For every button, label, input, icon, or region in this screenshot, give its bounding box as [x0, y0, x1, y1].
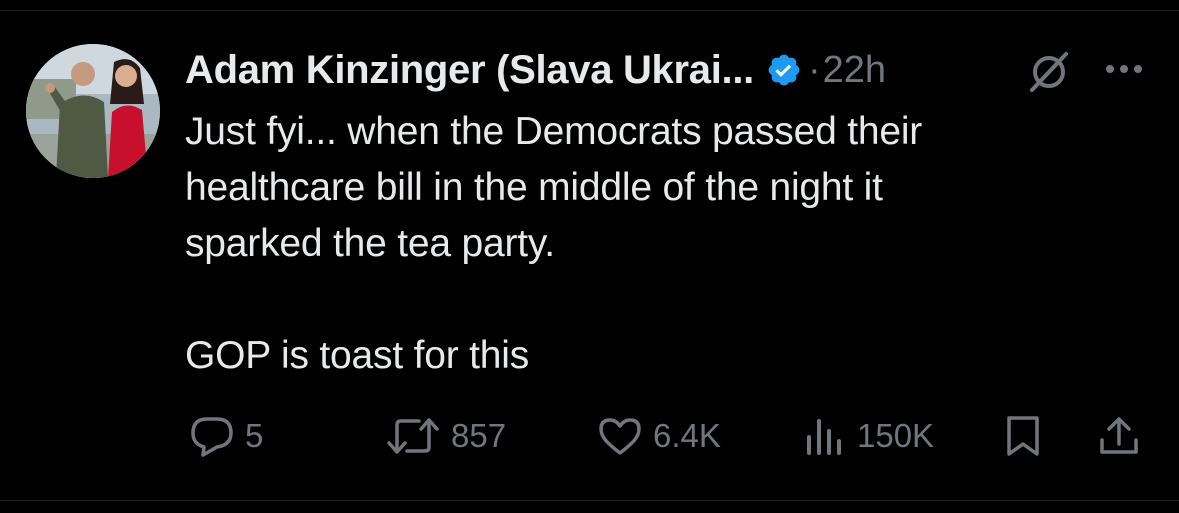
verified-badge-icon[interactable]	[766, 52, 802, 88]
tweet-header: Adam Kinzinger (Slava Ukrai... · 22h	[185, 42, 1160, 98]
display-name[interactable]: Adam Kinzinger (Slava Ukrai...	[185, 48, 754, 93]
views-icon	[807, 419, 841, 455]
timestamp[interactable]: 22h	[823, 49, 886, 92]
reply-button[interactable]: 5	[189, 412, 263, 460]
bookmark-icon	[1007, 416, 1039, 456]
reply-count: 5	[245, 417, 264, 454]
avatar[interactable]	[26, 44, 160, 178]
like-button[interactable]: 6.4K	[597, 412, 721, 460]
more-icon[interactable]	[1102, 54, 1146, 84]
repost-icon	[387, 418, 439, 454]
separator-dot: ·	[807, 48, 821, 91]
views-button[interactable]: 150K	[801, 412, 934, 460]
share-button[interactable]	[1097, 412, 1141, 460]
heart-icon	[599, 418, 641, 455]
tweet[interactable]: Adam Kinzinger (Slava Ukrai... · 22h Jus…	[0, 0, 1179, 513]
share-icon	[1100, 417, 1138, 454]
grok-icon[interactable]	[1026, 48, 1072, 94]
action-bar: 5 857 6.4K 150K	[185, 412, 1145, 460]
bottom-divider	[0, 500, 1179, 501]
views-count: 150K	[857, 417, 935, 454]
repost-count: 857	[451, 417, 507, 454]
like-count: 6.4K	[653, 417, 721, 454]
bookmark-button[interactable]	[1003, 412, 1043, 460]
repost-button[interactable]: 857	[385, 412, 506, 460]
tweet-text: Just fyi... when the Democrats passed th…	[185, 110, 923, 377]
reply-icon	[191, 417, 233, 457]
